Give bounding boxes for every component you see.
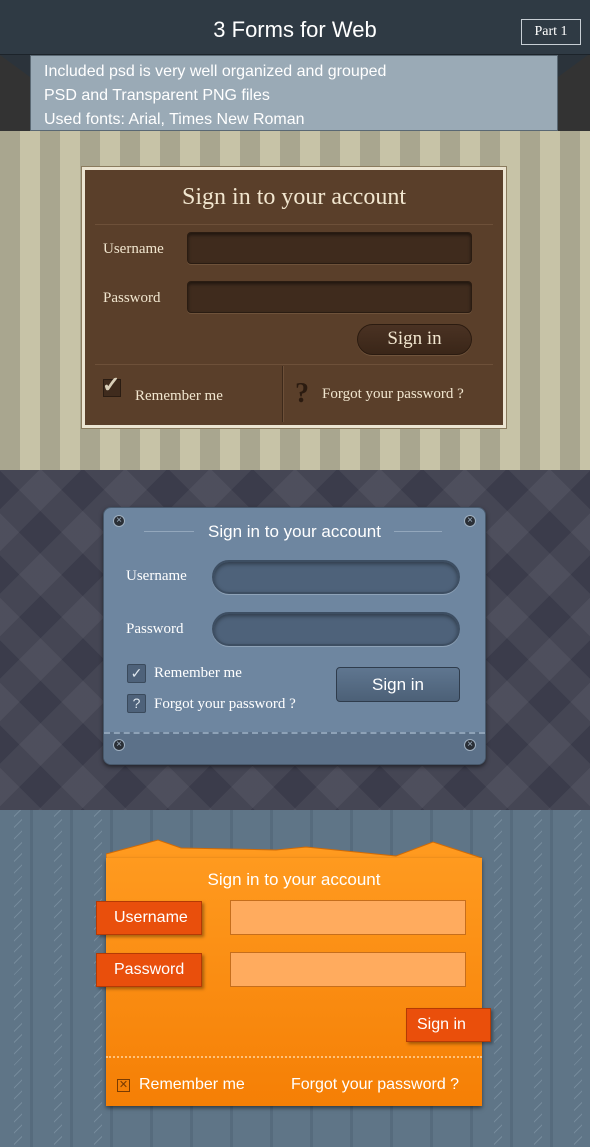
form-title: Sign in to your account [182,184,406,210]
username-input[interactable] [212,560,460,594]
info-line: Included psd is very well organized and … [44,63,387,80]
zigzag-stripe [574,810,582,1147]
page-title: 3 Forms for Web [213,17,377,42]
remember-checkbox[interactable]: ✓ [127,664,146,683]
orange-signin-form: Sign in to your account Username Passwor… [96,838,491,1106]
part-badge: Part 1 [521,19,581,45]
forgot-password-link[interactable]: Forgot your password ? [322,386,464,403]
form-title: Sign in to your account [208,522,381,541]
form-title: Sign in to your account [207,870,381,889]
zigzag-stripe [494,810,502,1147]
brown-signin-form: Sign in to your account Username Passwor… [82,167,506,428]
info-line: PSD and Transparent PNG files [44,87,270,104]
divider [95,364,493,365]
username-input[interactable] [230,900,466,935]
remember-checkbox[interactable]: ✕ [117,1079,130,1092]
zigzag-stripe [14,810,22,1147]
info-box: Included psd is very well organized and … [30,55,558,131]
blue-signin-form: × × × × Sign in to your account Username… [103,507,486,765]
signin-button[interactable]: Sign in [336,667,460,702]
screw-icon: × [464,739,476,751]
password-label: Password [126,621,184,637]
signin-button[interactable]: Sign in [357,324,472,355]
ribbon-fold-left [0,55,30,77]
divider [95,224,493,225]
forgot-password-link[interactable]: Forgot your password ? [154,696,296,713]
username-label: Username [96,901,202,935]
remember-label[interactable]: Remember me [139,1076,245,1094]
username-input[interactable] [187,232,472,264]
screw-icon: × [113,739,125,751]
password-input[interactable] [212,612,460,646]
username-label: Username [126,568,187,584]
remember-label[interactable]: Remember me [154,665,242,682]
ribbon-fold-right [558,55,588,77]
form-top-edge [106,839,482,860]
checkmark-icon: ✓ [102,372,121,397]
signin-button[interactable]: Sign in [406,1008,491,1042]
info-line: Used fonts: Arial, Times New Roman [44,111,305,128]
password-input[interactable] [230,952,466,987]
title-line-right [394,531,442,532]
password-label: Password [103,290,161,306]
vertical-divider [282,366,284,422]
divider [106,1056,482,1062]
zigzag-stripe [54,810,62,1147]
forgot-password-link[interactable]: Forgot your password ? [291,1076,459,1094]
question-mark-icon: ? [127,694,146,713]
zigzag-stripe [534,810,542,1147]
question-mark-icon: ? [295,378,309,409]
remember-label[interactable]: Remember me [135,388,223,405]
username-label: Username [103,241,164,257]
header-bar: 3 Forms for Web Part 1 [0,0,590,55]
password-label: Password [96,953,202,987]
form-footer-strip [104,732,485,764]
password-input[interactable] [187,281,472,313]
